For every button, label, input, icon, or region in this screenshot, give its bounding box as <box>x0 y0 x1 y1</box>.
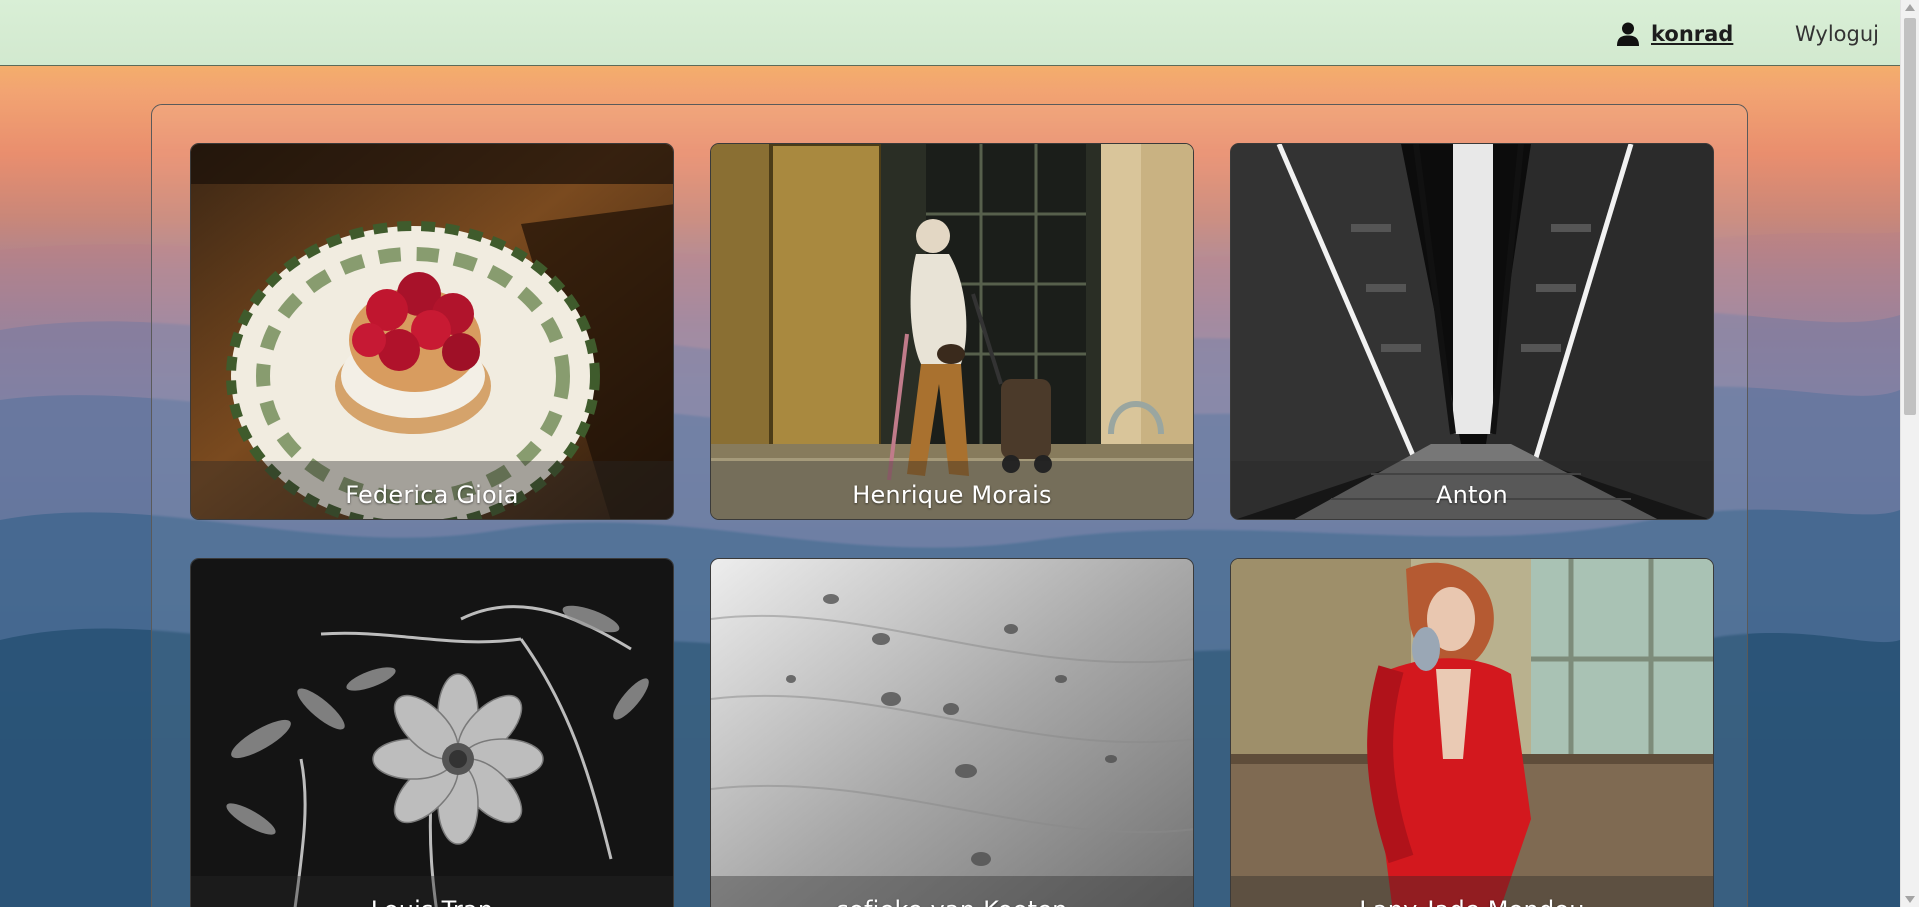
scrollbar-thumb[interactable] <box>1904 18 1916 415</box>
photo-card[interactable]: Louis Tran <box>190 558 674 907</box>
photo-card[interactable]: Anton <box>1230 143 1714 520</box>
username-label: konrad <box>1651 22 1734 46</box>
photo-author: Federica Gioia <box>345 481 519 509</box>
photo-card[interactable]: Lany-Jade Mondou <box>1230 558 1714 907</box>
scroll-up-arrow-icon[interactable] <box>1905 4 1915 11</box>
photo-card[interactable]: sofieke van Kooten <box>710 558 1194 907</box>
gallery-panel: Federica Gioia Henrique Morais Anton <box>151 104 1748 907</box>
photo-image <box>191 559 673 907</box>
user-profile-link[interactable]: konrad <box>1617 20 1733 48</box>
photo-author: Louis Tran <box>191 896 673 907</box>
top-navbar: konrad Wyloguj <box>0 0 1900 66</box>
photo-author: Lany-Jade Mondou <box>1231 896 1713 907</box>
photo-card[interactable]: Henrique Morais <box>710 143 1194 520</box>
photo-author: sofieke van Kooten <box>711 896 1193 907</box>
user-icon <box>1617 22 1639 46</box>
photo-card[interactable]: Federica Gioia <box>190 143 674 520</box>
photo-author: Henrique Morais <box>852 481 1052 509</box>
photo-author: Anton <box>1436 481 1508 509</box>
photo-image <box>711 559 1193 907</box>
vertical-scrollbar[interactable] <box>1900 0 1919 907</box>
logout-link[interactable]: Wyloguj <box>1795 20 1879 48</box>
photo-image <box>1231 559 1713 907</box>
scroll-down-arrow-icon[interactable] <box>1905 896 1915 903</box>
